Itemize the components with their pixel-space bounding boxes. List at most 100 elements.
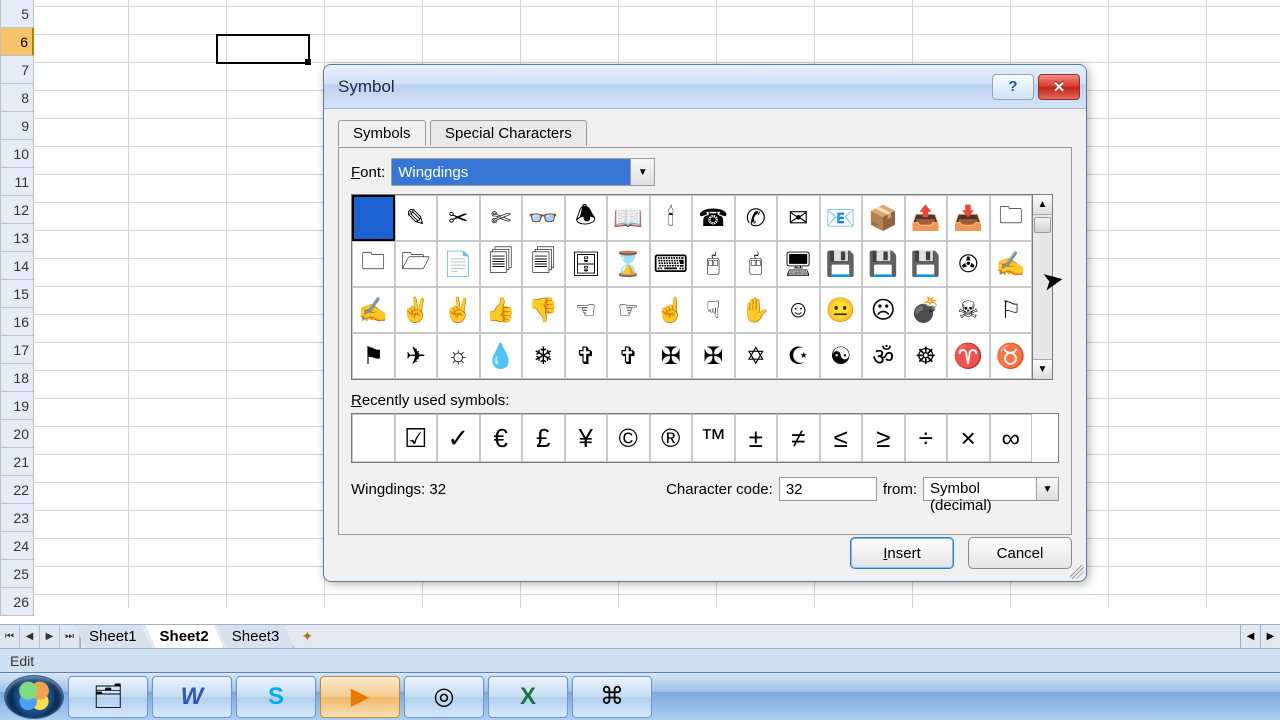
recent-symbol-cell[interactable]: ×: [947, 414, 990, 462]
symbol-cell[interactable]: 📖: [607, 195, 650, 241]
symbol-cell[interactable]: 🗐: [480, 241, 523, 287]
symbol-cell[interactable]: ☼: [437, 333, 480, 379]
symbol-cell[interactable]: [352, 195, 395, 241]
symbol-cell[interactable]: 🗐: [522, 241, 565, 287]
symbol-cell[interactable]: 💧: [480, 333, 523, 379]
symbol-cell[interactable]: ✠: [692, 333, 735, 379]
symbol-cell[interactable]: ✍: [990, 241, 1033, 287]
recent-symbol-cell[interactable]: ±: [735, 414, 778, 462]
sheet-tab-1[interactable]: Sheet1: [75, 625, 152, 648]
scroll-down-icon[interactable]: ▼: [1033, 359, 1052, 379]
taskbar-media[interactable]: ▶: [320, 676, 400, 718]
symbol-cell[interactable]: ⌛: [607, 241, 650, 287]
font-input[interactable]: [392, 159, 630, 185]
row-header[interactable]: 20: [0, 420, 34, 448]
recent-symbol-cell[interactable]: ∞: [990, 414, 1033, 462]
row-header[interactable]: 21: [0, 448, 34, 476]
symbol-cell[interactable]: ✌: [437, 287, 480, 333]
symbol-cell[interactable]: ✉: [777, 195, 820, 241]
row-header[interactable]: 11: [0, 168, 34, 196]
symbol-cell[interactable]: 🗀: [990, 195, 1033, 241]
row-header[interactable]: 6: [0, 28, 34, 56]
tab-special-characters[interactable]: Special Characters: [430, 120, 587, 146]
row-header[interactable]: 9: [0, 112, 34, 140]
symbol-cell[interactable]: ☎: [692, 195, 735, 241]
symbol-cell[interactable]: ✞: [607, 333, 650, 379]
row-header[interactable]: 5: [0, 0, 34, 28]
symbol-cell[interactable]: 📦: [862, 195, 905, 241]
symbol-cell[interactable]: ✍: [352, 287, 395, 333]
symbol-cell[interactable]: 📧: [820, 195, 863, 241]
symbol-cell[interactable]: 👎: [522, 287, 565, 333]
symbol-cell[interactable]: 📤: [905, 195, 948, 241]
symbol-cell[interactable]: ☟: [692, 287, 735, 333]
start-button[interactable]: [4, 675, 64, 719]
recent-symbol-cell[interactable]: ®: [650, 414, 693, 462]
taskbar-chrome[interactable]: ◎: [404, 676, 484, 718]
symbol-cell[interactable]: 🗄: [565, 241, 608, 287]
row-header[interactable]: 19: [0, 392, 34, 420]
taskbar-explorer[interactable]: 🗂: [68, 676, 148, 718]
recent-symbol-cell[interactable]: ™: [692, 414, 735, 462]
insert-button[interactable]: Insert: [850, 537, 954, 569]
row-header[interactable]: 17: [0, 336, 34, 364]
resize-handle[interactable]: [1070, 565, 1084, 579]
row-header[interactable]: 10: [0, 140, 34, 168]
next-sheet-button[interactable]: ▶: [40, 625, 60, 648]
recent-symbol-cell[interactable]: ÷: [905, 414, 948, 462]
recent-symbol-cell[interactable]: ©: [607, 414, 650, 462]
symbol-cell[interactable]: 📄: [437, 241, 480, 287]
symbol-cell[interactable]: 😐: [820, 287, 863, 333]
symbol-grid[interactable]: ✎✂✄👓🕭📖🕯☎✆✉📧📦📤📥🗀🗀🗁📄🗐🗐🗄⌛⌨🖰🖰🖥💾💾💾✇✍✍✌✌👍👎☜☞☝☟…: [351, 194, 1033, 380]
hscroll-left-button[interactable]: ◀: [1240, 625, 1260, 648]
symbol-cell[interactable]: 💾: [820, 241, 863, 287]
recent-grid[interactable]: ☑✓€£¥©®™±≠≤≥÷×∞: [351, 413, 1059, 463]
cell-cursor[interactable]: [216, 34, 310, 64]
symbol-cell[interactable]: ✠: [650, 333, 693, 379]
character-code-input[interactable]: [779, 477, 877, 501]
symbol-cell[interactable]: ❄: [522, 333, 565, 379]
recent-symbol-cell[interactable]: ☑: [395, 414, 438, 462]
symbol-cell[interactable]: 🖥: [777, 241, 820, 287]
row-header[interactable]: 15: [0, 280, 34, 308]
symbol-cell[interactable]: ♉: [990, 333, 1033, 379]
row-header[interactable]: 22: [0, 476, 34, 504]
row-header[interactable]: 18: [0, 364, 34, 392]
row-header[interactable]: 14: [0, 252, 34, 280]
symbol-cell[interactable]: ☺: [777, 287, 820, 333]
symbol-cell[interactable]: ☠: [947, 287, 990, 333]
symbol-cell[interactable]: 💣: [905, 287, 948, 333]
prev-sheet-button[interactable]: ◀: [20, 625, 40, 648]
recent-symbol-cell[interactable]: [352, 414, 395, 462]
symbol-cell[interactable]: ☝: [650, 287, 693, 333]
symbol-cell[interactable]: ✌: [395, 287, 438, 333]
row-header[interactable]: 25: [0, 560, 34, 588]
taskbar-excel[interactable]: X: [488, 676, 568, 718]
recent-symbol-cell[interactable]: ≥: [862, 414, 905, 462]
symbol-cell[interactable]: ☪: [777, 333, 820, 379]
symbol-cell[interactable]: 📥: [947, 195, 990, 241]
recent-symbol-cell[interactable]: ¥: [565, 414, 608, 462]
row-header[interactable]: 12: [0, 196, 34, 224]
symbol-cell[interactable]: ✞: [565, 333, 608, 379]
titlebar[interactable]: Symbol ? ✕: [324, 65, 1086, 109]
symbol-cell[interactable]: ✡: [735, 333, 778, 379]
symbol-cell[interactable]: ॐ: [862, 333, 905, 379]
row-header[interactable]: 8: [0, 84, 34, 112]
symbol-cell[interactable]: 🕭: [565, 195, 608, 241]
symbol-cell[interactable]: ✎: [395, 195, 438, 241]
symbol-cell[interactable]: ☯: [820, 333, 863, 379]
tab-symbols[interactable]: Symbols: [338, 120, 426, 146]
row-header[interactable]: 23: [0, 504, 34, 532]
symbol-cell[interactable]: 💾: [905, 241, 948, 287]
symbol-cell[interactable]: 🗁: [395, 241, 438, 287]
row-header[interactable]: 26: [0, 588, 34, 616]
symbol-cell[interactable]: ✂: [437, 195, 480, 241]
taskbar-terminal[interactable]: ⌘: [572, 676, 652, 718]
symbol-cell[interactable]: 🖰: [692, 241, 735, 287]
close-button[interactable]: ✕: [1038, 74, 1080, 100]
from-combobox[interactable]: Symbol (decimal) ▼: [923, 477, 1059, 501]
sheet-tab-2[interactable]: Sheet2: [146, 625, 224, 648]
scroll-track[interactable]: [1033, 215, 1052, 359]
symbol-cell[interactable]: ✆: [735, 195, 778, 241]
